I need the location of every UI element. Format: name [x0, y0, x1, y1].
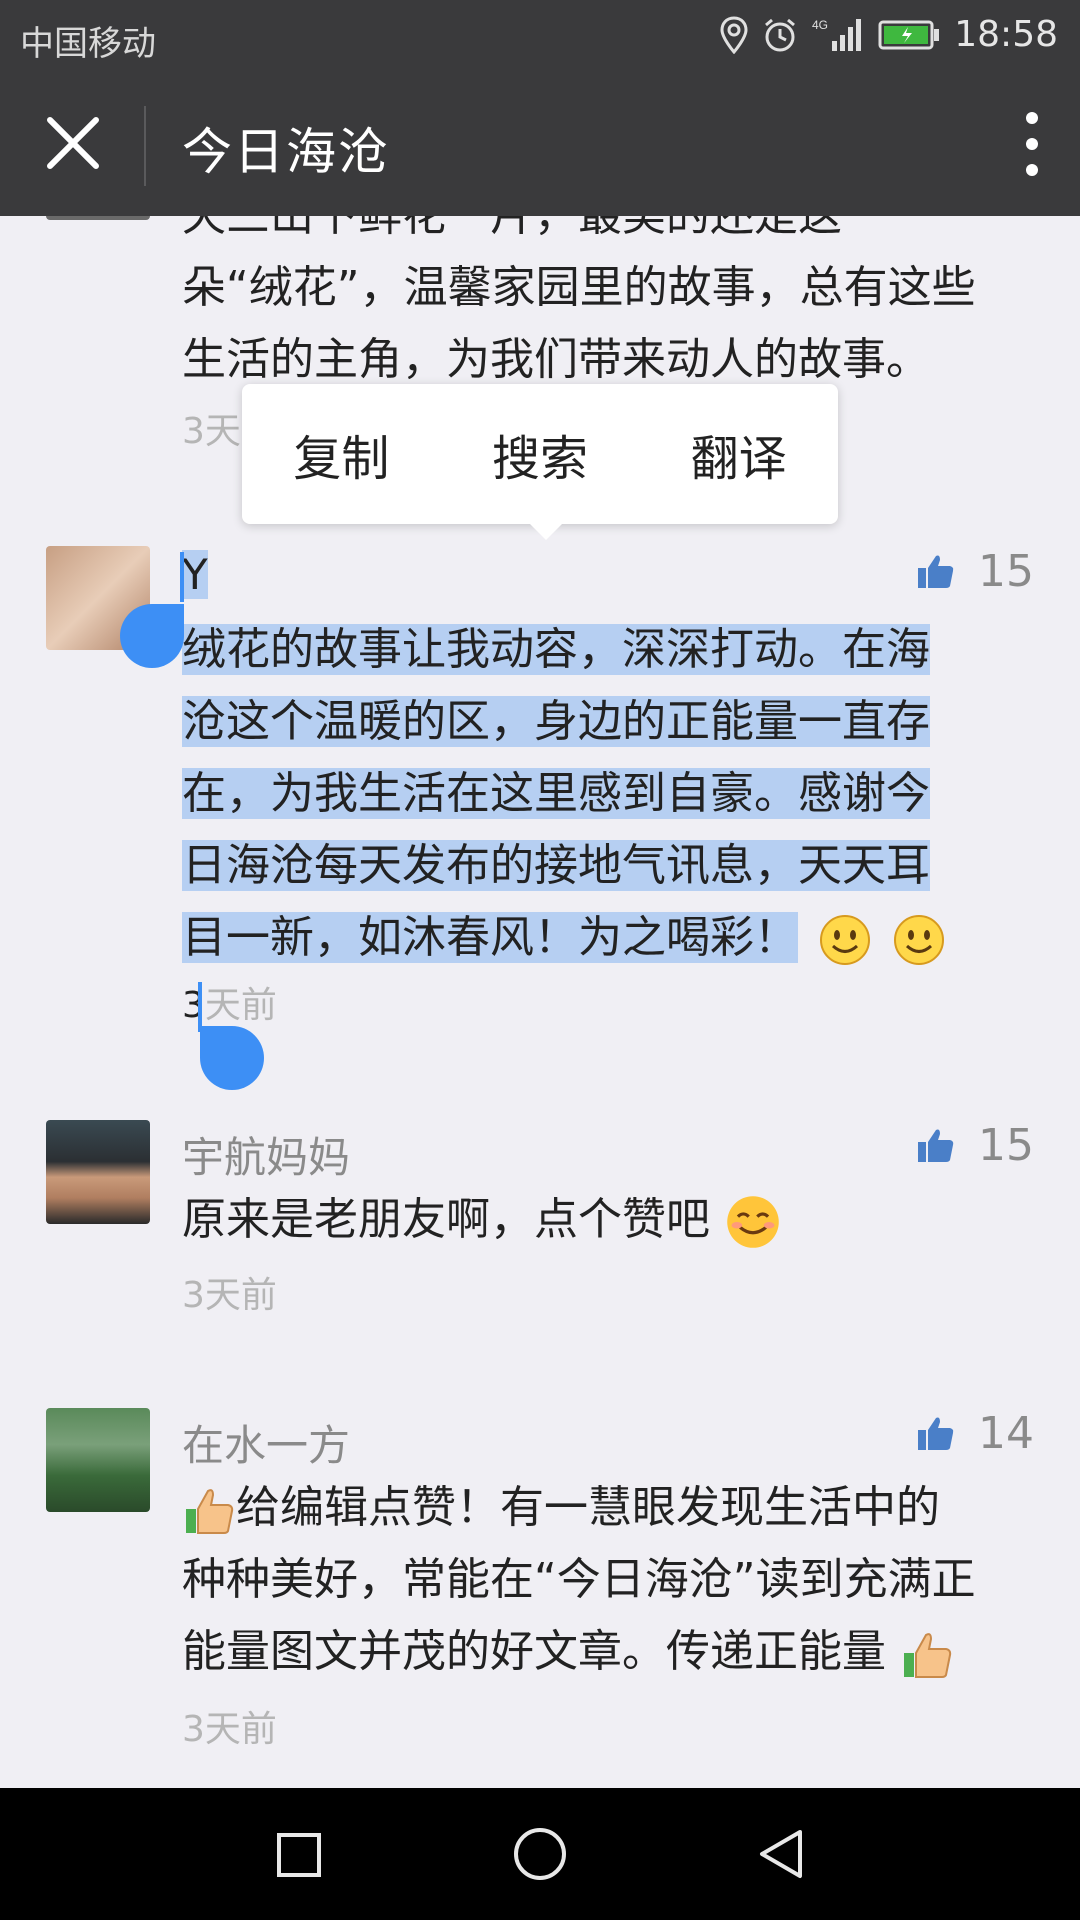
thumbs-up-icon	[918, 1417, 954, 1450]
selection-caret-end	[198, 982, 202, 1032]
comment-time: 3天前	[182, 1275, 277, 1316]
smile-emoji-icon	[894, 915, 944, 965]
comment-text[interactable]: 原来是老朋友啊，点个赞吧	[182, 1184, 1042, 1256]
comment-time: 3天前	[182, 1709, 277, 1750]
comment-line: 朵“绒花”，温馨家园里的故事，总有这些	[182, 262, 976, 313]
navigation-bar	[0, 1788, 1080, 1920]
avatar[interactable]	[46, 1408, 150, 1512]
comment-line: 在，为我生活在这里感到自豪。感谢今	[182, 768, 930, 819]
carrier-label: 中国移动	[20, 24, 156, 64]
thumbs-up-icon	[918, 555, 954, 588]
like-count: 15	[978, 546, 1034, 597]
comment-line: 原来是老朋友啊，点个赞吧	[182, 1194, 710, 1245]
comment-line: 沧这个温暖的区，身边的正能量一直存	[182, 696, 930, 747]
selection-handle-start[interactable]	[120, 604, 184, 668]
status-icons: 4G 18:58	[720, 14, 1058, 55]
page-title: 今日海沧	[182, 123, 390, 181]
clock-time: 18:58	[954, 14, 1058, 55]
thumbs-up-icon	[918, 1129, 954, 1162]
search-button[interactable]: 搜索	[492, 419, 588, 489]
home-circle-icon[interactable]	[512, 1826, 568, 1882]
copy-button[interactable]: 复制	[293, 419, 389, 489]
comment-time: 3天前	[182, 985, 277, 1026]
comment-line: 给编辑点赞！有一慧眼发现生活中的	[236, 1482, 940, 1533]
comment-line: 种种美好，常能在“今日海沧”读到充满正	[182, 1554, 976, 1605]
comment-line: 绒花的故事让我动容，深深打动。在海	[182, 624, 930, 675]
comment-text: 天三山下鲜花一片，最美的还是这一 朵“绒花”，温馨家园里的故事，总有这些 生活的…	[182, 216, 1042, 396]
title-divider	[144, 106, 146, 186]
comment-text[interactable]: 给编辑点赞！有一慧眼发现生活中的 种种美好，常能在“今日海沧”读到充满正 能量图…	[182, 1472, 1042, 1688]
like-count: 14	[978, 1408, 1034, 1459]
comment-line: 目一新，如沐春风！为之喝彩！	[182, 912, 798, 963]
comment-line: 能量图文并茂的好文章。传递正能量	[182, 1626, 886, 1677]
signal-icon: 4G	[812, 18, 862, 51]
more-vertical-icon[interactable]	[1020, 112, 1044, 182]
like-button[interactable]: 14	[916, 1408, 1034, 1459]
battery-icon	[878, 20, 940, 49]
commenter-name[interactable]: Y	[182, 550, 208, 599]
avatar[interactable]	[46, 1120, 150, 1224]
comment-text[interactable]: 绒花的故事让我动容，深深打动。在海 沧这个温暖的区，身边的正能量一直存 在，为我…	[182, 614, 1042, 974]
commenter-name[interactable]: 宇航妈妈	[182, 1124, 350, 1185]
avatar	[46, 216, 150, 220]
alarm-icon	[765, 18, 796, 51]
selection-caret-start	[180, 552, 184, 602]
commenter-name[interactable]: 在水一方	[182, 1412, 350, 1473]
comment-line: 天三山下鲜花一片，最美的还是这一	[182, 216, 1042, 252]
close-icon[interactable]	[36, 106, 110, 180]
back-triangle-icon[interactable]	[756, 1828, 806, 1880]
svg-text:4G: 4G	[812, 18, 828, 32]
selection-context-menu: 复制 搜索 翻译	[242, 384, 838, 540]
comment-time: 3天	[182, 411, 241, 452]
like-button[interactable]: 15	[916, 1120, 1034, 1171]
recents-square-icon[interactable]	[276, 1832, 322, 1878]
smile-emoji-icon	[820, 915, 870, 965]
status-bar: 中国移动 4G 18:58	[0, 0, 1080, 76]
title-bar: 今日海沧	[0, 76, 1080, 216]
thumbs-up-emoji-icon	[186, 1489, 234, 1534]
translate-button[interactable]: 翻译	[691, 419, 787, 489]
smile-emoji-icon	[727, 1196, 779, 1248]
thumbs-up-emoji-icon	[904, 1633, 952, 1678]
comment-line: 日海沧每天发布的接地气讯息，天天耳	[182, 840, 930, 891]
selection-handle-end[interactable]	[200, 1026, 264, 1090]
like-button[interactable]: 15	[916, 546, 1034, 597]
location-icon	[720, 15, 748, 54]
like-count: 15	[978, 1120, 1034, 1171]
